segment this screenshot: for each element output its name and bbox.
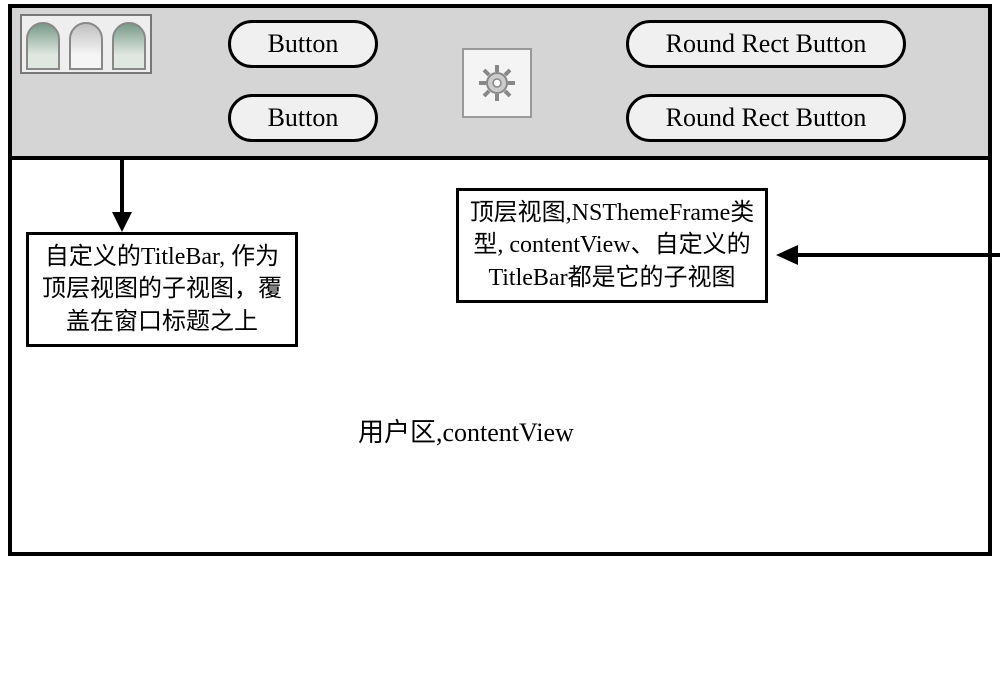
gear-svg bbox=[471, 57, 523, 109]
content-view: 自定义的TitleBar, 作为顶层视图的子视图，覆盖在窗口标题之上 顶层视图,… bbox=[12, 160, 988, 552]
custom-titlebar: Button Button bbox=[12, 8, 988, 160]
gear-icon bbox=[462, 48, 532, 118]
arrow-left-icon bbox=[772, 240, 1000, 270]
annotation-right: 顶层视图,NSThemeFrame类型, contentView、自定义的Tit… bbox=[456, 188, 768, 303]
arch-left bbox=[26, 22, 60, 70]
round-rect-button-1[interactable]: Round Rect Button bbox=[626, 20, 906, 68]
arrow-down-icon bbox=[102, 158, 142, 234]
content-view-label: 用户区,contentView bbox=[358, 412, 574, 449]
annotation-left: 自定义的TitleBar, 作为顶层视图的子视图，覆盖在窗口标题之上 bbox=[26, 232, 298, 347]
arches-icon bbox=[20, 14, 152, 74]
arch-right bbox=[112, 22, 146, 70]
button-1[interactable]: Button bbox=[228, 20, 378, 68]
window-frame: Button Button bbox=[8, 4, 992, 556]
button-2[interactable]: Button bbox=[228, 94, 378, 142]
arch-mid bbox=[69, 22, 103, 70]
round-rect-button-2[interactable]: Round Rect Button bbox=[626, 94, 906, 142]
